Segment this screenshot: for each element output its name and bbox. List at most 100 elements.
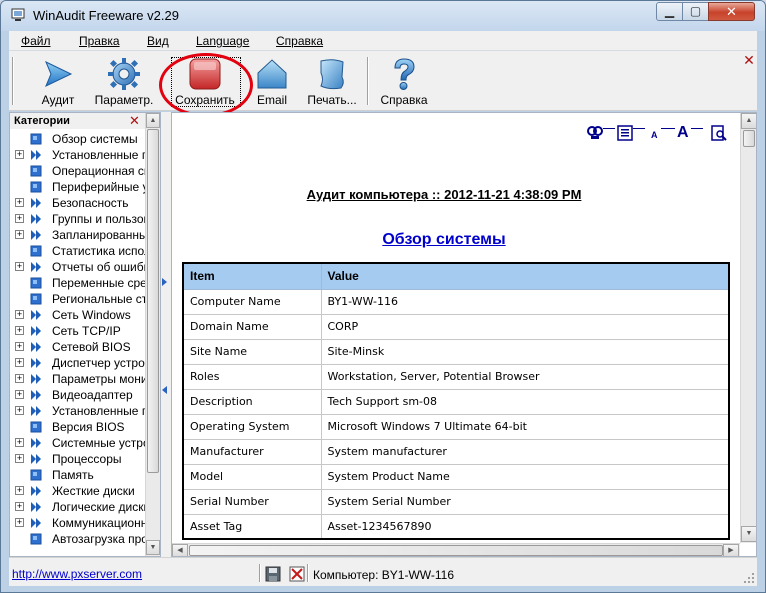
cell-item: Operating System bbox=[182, 413, 322, 440]
audit-label: Аудит bbox=[41, 93, 75, 107]
expand-right-icon[interactable] bbox=[162, 278, 167, 286]
category-item[interactable]: + Сеть TCP/IP bbox=[10, 323, 146, 339]
zoom-in-text[interactable]: A bbox=[677, 124, 689, 142]
category-label: Диспетчер устройств bbox=[52, 356, 146, 370]
category-item[interactable]: Статистика использования bbox=[10, 243, 146, 259]
chevron-right-icon bbox=[31, 214, 41, 224]
minimize-button[interactable]: ▁ bbox=[656, 2, 683, 21]
chevron-right-icon bbox=[31, 342, 41, 352]
category-item[interactable]: + Системные устройства bbox=[10, 435, 146, 451]
expand-plus-icon[interactable]: + bbox=[15, 358, 24, 367]
category-label: Версия BIOS bbox=[52, 420, 125, 434]
expand-plus-icon[interactable]: + bbox=[15, 262, 24, 271]
expand-plus-icon[interactable]: + bbox=[15, 326, 24, 335]
category-item[interactable]: Операционная система bbox=[10, 163, 146, 179]
menu-file[interactable]: Файл bbox=[21, 34, 51, 48]
report-vertical-scrollbar[interactable]: ▲ ▼ bbox=[740, 113, 756, 543]
category-item[interactable]: + Жесткие диски bbox=[10, 483, 146, 499]
table-row: Manufacturer System manufacturer bbox=[182, 438, 730, 465]
categories-close-icon[interactable]: ✕ bbox=[129, 113, 140, 129]
zoom-out-text[interactable]: A bbox=[651, 130, 658, 140]
expand-plus-icon[interactable]: + bbox=[15, 390, 24, 399]
category-item[interactable]: + Процессоры bbox=[10, 451, 146, 467]
category-item[interactable]: + Группы и пользователи bbox=[10, 211, 146, 227]
website-link[interactable]: http://www.pxserver.com bbox=[12, 567, 142, 581]
menu-language[interactable]: Language bbox=[196, 34, 249, 48]
categories-scrollbar[interactable]: ▲ ▼ bbox=[145, 113, 160, 556]
category-item[interactable]: Обзор системы bbox=[10, 131, 146, 147]
email-button[interactable]: Email bbox=[245, 55, 299, 109]
expand-plus-icon[interactable]: + bbox=[15, 406, 24, 415]
gear-icon bbox=[108, 58, 140, 90]
minimize-icon: ▁ bbox=[664, 4, 675, 18]
menu-help[interactable]: Справка bbox=[276, 34, 323, 48]
menu-view[interactable]: Вид bbox=[147, 34, 169, 48]
menu-edit[interactable]: Правка bbox=[79, 34, 120, 48]
print-button[interactable]: Печать... bbox=[301, 55, 363, 109]
expand-plus-icon[interactable]: + bbox=[15, 438, 24, 447]
category-item[interactable]: Версия BIOS bbox=[10, 419, 146, 435]
category-item[interactable]: + Запланированные задачи bbox=[10, 227, 146, 243]
title-bar: WinAudit Freeware v2.29 ▁ ▢ ✕ bbox=[1, 1, 765, 31]
scroll-down-icon[interactable]: ▼ bbox=[741, 526, 756, 542]
category-item[interactable]: + Установленные принтеры bbox=[10, 403, 146, 419]
cell-item: Computer Name bbox=[182, 288, 322, 315]
audit-button[interactable]: Аудит bbox=[27, 55, 89, 109]
expand-plus-icon[interactable]: + bbox=[15, 230, 24, 239]
category-item[interactable]: + Сетевой BIOS bbox=[10, 339, 146, 355]
expand-plus-icon[interactable]: + bbox=[15, 374, 24, 383]
preview-icon[interactable] bbox=[711, 125, 727, 141]
report-horizontal-scrollbar[interactable]: ◀ ▶ bbox=[172, 543, 740, 556]
scroll-right-icon[interactable]: ▶ bbox=[723, 544, 739, 556]
expand-plus-icon[interactable]: + bbox=[15, 198, 24, 207]
category-item[interactable]: Переменные среды bbox=[10, 275, 146, 291]
expand-plus-icon[interactable]: + bbox=[15, 310, 24, 319]
bullet-square-icon bbox=[30, 469, 42, 481]
category-item[interactable]: + Отчеты об ошибках bbox=[10, 259, 146, 275]
toolbar-close-icon[interactable]: ✕ bbox=[742, 53, 756, 67]
expand-plus-icon[interactable]: + bbox=[15, 502, 24, 511]
category-item[interactable]: Память bbox=[10, 467, 146, 483]
scroll-down-icon[interactable]: ▼ bbox=[146, 540, 160, 555]
collapse-left-icon[interactable] bbox=[162, 386, 167, 394]
maximize-button[interactable]: ▢ bbox=[682, 2, 709, 21]
toolbar-separator bbox=[367, 57, 369, 105]
scroll-up-icon[interactable]: ▲ bbox=[146, 113, 160, 128]
scroll-thumb[interactable] bbox=[743, 130, 755, 147]
expand-plus-icon[interactable]: + bbox=[15, 486, 24, 495]
close-button[interactable]: ✕ bbox=[708, 2, 755, 21]
category-item[interactable]: + Логические диски bbox=[10, 499, 146, 515]
settings-button[interactable]: Параметр. bbox=[91, 55, 157, 109]
category-item[interactable]: Автозагрузка программ bbox=[10, 531, 146, 547]
category-item[interactable]: + Видеоадаптер bbox=[10, 387, 146, 403]
help-button[interactable]: Справка bbox=[373, 55, 435, 109]
expand-plus-icon[interactable]: + bbox=[15, 454, 24, 463]
category-item[interactable]: + Сеть Windows bbox=[10, 307, 146, 323]
category-item[interactable]: + Установленные программы bbox=[10, 147, 146, 163]
section-title[interactable]: Обзор системы bbox=[172, 231, 716, 249]
document-icon[interactable] bbox=[617, 125, 633, 141]
expand-plus-icon[interactable]: + bbox=[15, 214, 24, 223]
category-item[interactable]: + Диспетчер устройств bbox=[10, 355, 146, 371]
toolbar: Аудит Параметр. Сохранить Email Печать..… bbox=[9, 51, 757, 117]
expand-plus-icon[interactable]: + bbox=[15, 150, 24, 159]
maximize-icon: ▢ bbox=[689, 4, 702, 18]
email-icon bbox=[257, 59, 287, 89]
scroll-thumb[interactable] bbox=[147, 129, 159, 473]
category-item[interactable]: Периферийные устройства bbox=[10, 179, 146, 195]
category-item[interactable]: Региональные стандарты bbox=[10, 291, 146, 307]
scroll-thumb[interactable] bbox=[189, 545, 723, 556]
category-item[interactable]: + Коммуникационные порты bbox=[10, 515, 146, 531]
expand-plus-icon[interactable]: + bbox=[15, 342, 24, 351]
find-icon[interactable] bbox=[587, 125, 603, 141]
scroll-up-icon[interactable]: ▲ bbox=[741, 113, 756, 129]
bullet-square-icon bbox=[30, 133, 42, 145]
resize-grip-icon[interactable] bbox=[743, 572, 755, 584]
category-item[interactable]: + Безопасность bbox=[10, 195, 146, 211]
panel-splitter[interactable] bbox=[161, 112, 171, 557]
category-item[interactable]: + Параметры монитора bbox=[10, 371, 146, 387]
chevron-right-icon bbox=[31, 150, 41, 160]
print-label: Печать... bbox=[307, 93, 357, 107]
expand-plus-icon[interactable]: + bbox=[15, 518, 24, 527]
scroll-left-icon[interactable]: ◀ bbox=[172, 544, 188, 556]
